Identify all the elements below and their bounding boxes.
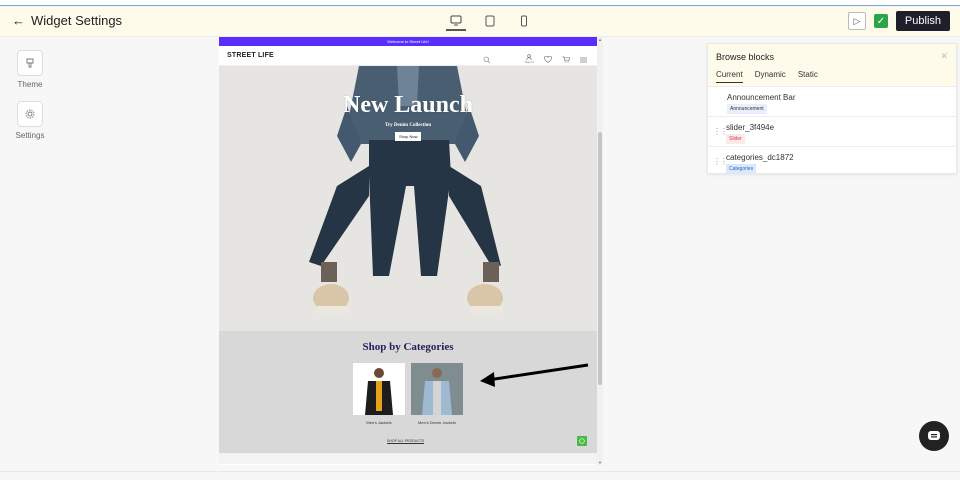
save-check-button[interactable]: ✓	[873, 14, 888, 28]
back-button[interactable]: ← Widget Settings	[12, 13, 122, 28]
bottom-divider	[0, 471, 960, 472]
panel-header: Browse blocks ✕ Current Dynamic Static	[708, 44, 956, 87]
category-label[interactable]: Men's Denim Jackets	[407, 420, 467, 425]
preview-footer-strip	[219, 453, 597, 464]
mobile-icon	[521, 15, 527, 27]
block-tag: Categories	[726, 164, 757, 174]
categories-section: Shop by Categories Men's Jackets Men's D…	[219, 331, 597, 453]
check-icon: ✓	[876, 15, 886, 27]
desktop-icon	[450, 15, 462, 25]
preview-scrollbar[interactable]: ▲ ▼	[597, 37, 603, 465]
browse-blocks-panel: Browse blocks ✕ Current Dynamic Static A…	[707, 43, 957, 174]
scrollbar-thumb[interactable]	[598, 132, 602, 385]
paint-icon	[17, 50, 43, 76]
category-card-jackets[interactable]	[353, 363, 405, 415]
block-name: categories_dc1872	[726, 153, 794, 162]
desktop-view-button[interactable]	[446, 11, 466, 31]
tab-current[interactable]: Current	[716, 70, 743, 83]
annotation-arrow-icon	[480, 363, 589, 387]
sidebar-item-theme[interactable]: Theme	[0, 50, 60, 89]
category-label[interactable]: Men's Jackets	[349, 420, 409, 425]
panel-title: Browse blocks	[716, 52, 775, 62]
publish-button[interactable]: Publish	[895, 11, 950, 31]
arrow-left-icon: ←	[12, 13, 25, 28]
close-icon[interactable]: ✕	[940, 51, 948, 62]
chat-button[interactable]	[919, 421, 949, 451]
categories-title: Shop by Categories	[362, 341, 454, 353]
block-name: Announcement Bar	[727, 93, 796, 102]
page-title: Widget Settings	[31, 13, 123, 28]
category-image	[411, 363, 463, 415]
left-sidebar: Theme Settings	[0, 38, 60, 140]
hero-shop-now-button[interactable]: Shop Now	[395, 132, 422, 141]
block-name: slider_3f494e	[726, 123, 775, 132]
sidebar-item-label: Theme	[17, 80, 43, 89]
store-logo[interactable]: STREET LIFE	[227, 52, 274, 59]
play-icon: ▷	[853, 15, 861, 26]
whatsapp-icon[interactable]	[577, 436, 587, 446]
user-icon[interactable]: Sign In	[525, 54, 534, 64]
top-bar: ← Widget Settings ▷ ✓ Publish	[0, 7, 960, 37]
top-border	[0, 0, 960, 6]
hero-subtitle: Try Denim Collection	[384, 123, 431, 128]
hero-title: New Launch	[342, 92, 474, 118]
store-navbar: STREET LIFE Sign In	[219, 46, 597, 66]
shop-all-products-link[interactable]: SHOP ALL PRODUCTS	[387, 439, 425, 444]
category-card-denim-jackets[interactable]	[411, 363, 463, 415]
tablet-view-button[interactable]	[480, 11, 500, 31]
panel-tabs: Current Dynamic Static	[716, 70, 818, 83]
scroll-down-icon[interactable]: ▼	[598, 460, 602, 465]
drag-handle-icon[interactable]: ⋮⋮	[713, 157, 728, 166]
device-toggle	[446, 11, 534, 31]
gear-icon	[17, 101, 43, 127]
block-tag: Announcement	[727, 104, 767, 114]
header-actions: ▷ ✓ Publish	[847, 11, 950, 31]
block-item-categories[interactable]: ⋮⋮ categories_dc1872 Categories	[708, 147, 956, 177]
chat-icon	[928, 431, 940, 440]
category-image	[353, 363, 405, 415]
sidebar-item-settings[interactable]: Settings	[0, 101, 60, 140]
tab-static[interactable]: Static	[798, 70, 818, 83]
scroll-up-icon[interactable]: ▲	[598, 37, 602, 42]
block-item-slider[interactable]: ⋮⋮ slider_3f494e Slider	[708, 117, 956, 147]
tab-dynamic[interactable]: Dynamic	[755, 70, 786, 83]
announcement-bar: Welcome to Street Life!	[219, 37, 597, 46]
preview-button[interactable]: ▷	[847, 12, 866, 30]
sidebar-item-label: Settings	[15, 131, 45, 140]
tablet-icon	[485, 15, 495, 27]
block-item-announcement[interactable]: Announcement Bar Announcement	[708, 87, 956, 117]
hero-slider[interactable]: New Launch Try Denim Collection Shop Now	[219, 66, 597, 331]
drag-handle-icon[interactable]: ⋮⋮	[713, 127, 728, 136]
store-preview[interactable]: Welcome to Street Life! STREET LIFE Sign…	[219, 37, 597, 465]
sign-in-label: Sign In	[524, 60, 534, 64]
block-tag: Slider	[726, 134, 745, 144]
mobile-view-button[interactable]	[514, 11, 534, 31]
